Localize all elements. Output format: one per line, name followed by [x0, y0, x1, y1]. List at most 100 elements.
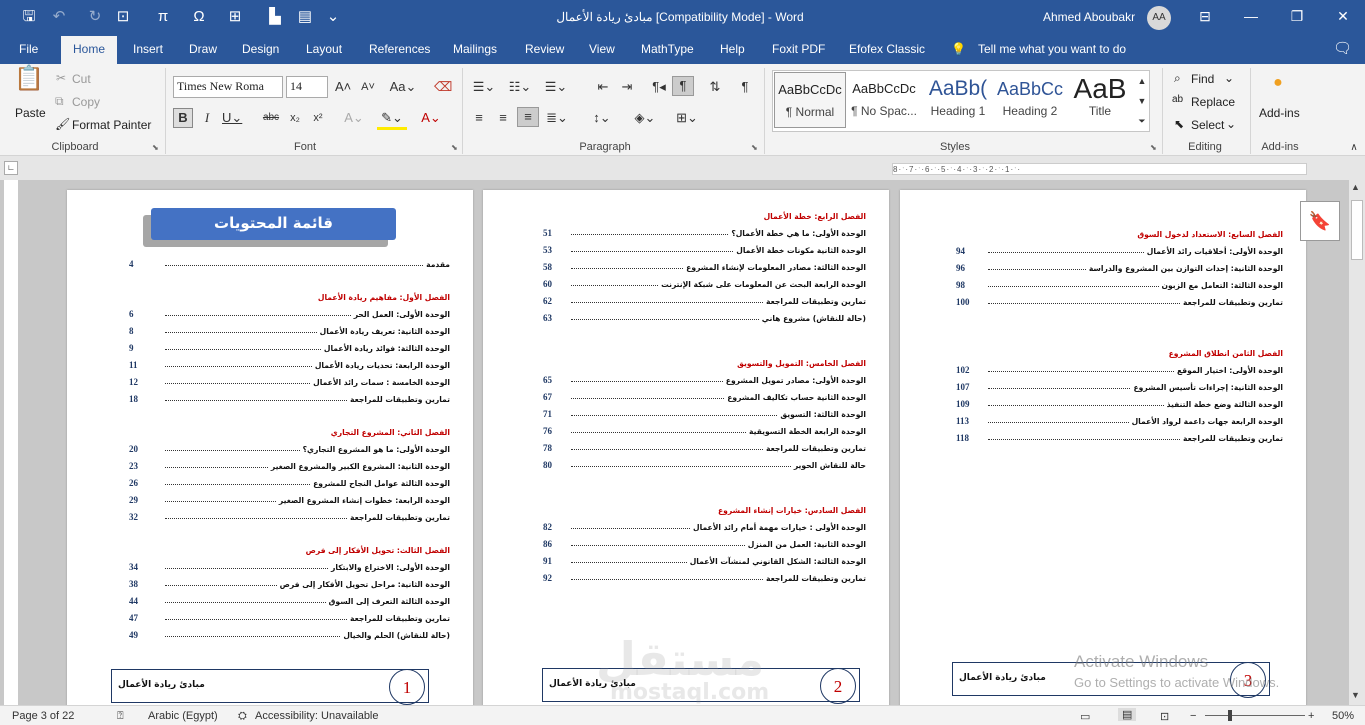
toc-entry[interactable]: الوحدة الأولى: الاختراع والابتكار — [331, 563, 450, 572]
shrink-font-icon[interactable]: A˅ — [360, 78, 376, 96]
tab-review[interactable]: Review — [525, 42, 564, 56]
close-icon[interactable]: ✕ — [1333, 6, 1353, 26]
styles-more-icon[interactable]: ⏷ — [1136, 112, 1148, 130]
toc-entry[interactable]: تمارين وتطبيقات للمراجعة — [350, 614, 450, 623]
toc-entry[interactable]: الوحدة الثالثة: التعامل مع الزبون — [1162, 281, 1283, 290]
toc-entry[interactable]: الوحدة الثانية: مراحل تحويل الأفكار إلى … — [280, 580, 450, 589]
toc-page-number[interactable]: 23 — [129, 461, 138, 471]
chart-icon[interactable]: ▙ — [266, 7, 284, 27]
style-heading-2[interactable]: AaBbCc Heading 2 — [994, 72, 1066, 128]
toc-chapter-heading[interactable]: الفصل الأول: مفاهيم ريادة الأعمال — [318, 293, 450, 302]
toc-chapter-heading[interactable]: الفصل السادس: خيارات إنشاء المشروع — [718, 506, 866, 515]
toc-page-number[interactable]: 71 — [543, 409, 552, 419]
toc-page-number[interactable]: 92 — [543, 573, 552, 583]
ribbon-display-icon[interactable]: ⊟ — [1195, 6, 1215, 26]
toc-chapter-heading[interactable]: الفصل السابع: الاستعداد لدخول السوق — [1137, 230, 1283, 239]
cut-button[interactable]: Cut — [72, 72, 91, 86]
zoom-slider[interactable] — [1205, 715, 1305, 716]
toc-entry[interactable]: الوحدة الخامسة : سمات رائد الأعمال — [313, 378, 450, 387]
toc-page-number[interactable]: 107 — [956, 382, 970, 392]
redo-icon[interactable]: ↻ — [86, 7, 104, 27]
toc-page-number[interactable]: 82 — [543, 522, 552, 532]
superscript-icon[interactable]: x² — [310, 109, 326, 127]
tab-efofex-classic[interactable]: Efofex Classic — [849, 42, 925, 56]
find-icon[interactable]: ⌕ — [1174, 71, 1181, 86]
toc-page-number[interactable]: 38 — [129, 579, 138, 589]
toc-page-number[interactable]: 4 — [129, 259, 134, 269]
toc-page-number[interactable]: 78 — [543, 443, 552, 453]
toc-entry[interactable]: مقدمة — [426, 260, 450, 269]
style-no-spacing[interactable]: AaBbCcDc ¶ No Spac... — [848, 72, 920, 128]
clear-formatting-icon[interactable]: ⌫ — [434, 78, 452, 96]
toc-entry[interactable]: الوحدة الثانية: إحداث التوازن بين المشرو… — [1089, 264, 1283, 273]
zoom-level[interactable]: 50% — [1332, 710, 1354, 722]
read-mode-icon[interactable]: ▭ — [1080, 710, 1090, 723]
vertical-ruler[interactable] — [4, 180, 18, 705]
toc-page-number[interactable]: 26 — [129, 478, 138, 488]
collapse-ribbon-icon[interactable]: ∧ — [1347, 139, 1361, 157]
toc-chapter-heading[interactable]: الفصل الرابع: خطة الأعمال — [764, 212, 866, 221]
toc-chapter-heading[interactable]: الفصل الثالث: تحويل الأفكار إلى فرص — [306, 546, 450, 555]
toc-page-number[interactable]: 47 — [129, 613, 138, 623]
cut-icon[interactable]: ✂ — [56, 71, 66, 85]
customize-qat-icon[interactable]: ⌄ — [326, 7, 340, 27]
change-case-icon[interactable]: Aa⌄ — [388, 78, 418, 96]
scroll-down-icon[interactable]: ▼ — [1351, 690, 1360, 700]
toc-entry[interactable]: الوحدة الثانية مكونات خطة الأعمال — [736, 246, 866, 255]
styles-scroll-down-icon[interactable]: ▼ — [1136, 92, 1148, 110]
avatar[interactable]: AA — [1147, 6, 1171, 30]
toc-page-number[interactable]: 100 — [956, 297, 970, 307]
toc-entry[interactable]: الوحدة الأولى: ما هو المشروع التجاري؟ — [303, 445, 450, 454]
font-color-icon[interactable]: A⌄ — [417, 109, 445, 127]
style-normal[interactable]: AaBbCcDc ¶ Normal — [774, 72, 846, 128]
toc-page-number[interactable]: 20 — [129, 444, 138, 454]
toc-page-number[interactable]: 60 — [543, 279, 552, 289]
zoom-slider-thumb[interactable] — [1228, 710, 1232, 721]
toc-entry[interactable]: (حالة للنقاش) مشروع هاني — [762, 314, 866, 323]
toc-entry[interactable]: الوحدة الثالثة: الشكل القانوني لمنشآت ال… — [690, 557, 866, 566]
underline-icon[interactable]: U⌄ — [222, 109, 242, 127]
show-marks-icon[interactable]: ¶ — [736, 78, 754, 96]
strikethrough-icon[interactable]: abc — [260, 109, 282, 127]
toc-entry[interactable]: الوحدة الأولى : خيارات مهمة أمام رائد ال… — [693, 523, 866, 532]
toc-entry[interactable]: الوحدة الثالثة: التسويق — [780, 410, 866, 419]
tab-help[interactable]: Help — [720, 42, 745, 56]
style-heading-1[interactable]: AaBb( Heading 1 — [922, 72, 994, 128]
toc-page-number[interactable]: 51 — [543, 228, 552, 238]
scroll-thumb[interactable] — [1351, 200, 1363, 260]
toc-entry[interactable]: الوحدة الرابعة: خطوات إنشاء المشروع الصغ… — [279, 496, 450, 505]
clipboard-launcher-icon[interactable]: ⬊ — [152, 143, 159, 152]
tab-design[interactable]: Design — [242, 42, 279, 56]
accessibility-icon[interactable]: ⛭ — [238, 710, 247, 723]
align-center-icon[interactable]: ≡ — [494, 109, 512, 127]
grow-font-icon[interactable]: A˄ — [335, 78, 351, 96]
paragraph-launcher-icon[interactable]: ⬊ — [751, 143, 758, 152]
toc-page-number[interactable]: 29 — [129, 495, 138, 505]
select-icon[interactable]: ⬉ — [1174, 117, 1184, 131]
save-icon[interactable]: 🖫 — [20, 7, 38, 27]
tab-mathtype[interactable]: MathType — [641, 42, 694, 56]
zoom-out-icon[interactable]: − — [1190, 710, 1196, 722]
vertical-scrollbar[interactable]: ▲ ▼ — [1349, 180, 1365, 705]
format-painter-button[interactable]: Format Painter — [72, 118, 151, 132]
subscript-icon[interactable]: x₂ — [287, 109, 303, 127]
toc-page-number[interactable]: 98 — [956, 280, 965, 290]
toc-entry[interactable]: تمارين وتطبيقات للمراجعة — [350, 395, 450, 404]
toc-entry[interactable]: تمارين وتطبيقات للمراجعة — [350, 513, 450, 522]
touch-mode-icon[interactable]: ⊡ — [114, 7, 132, 27]
copy-button[interactable]: Copy — [72, 95, 100, 109]
format-painter-icon[interactable]: 🖌 — [55, 117, 70, 131]
print-layout-icon[interactable]: ▤ — [1118, 708, 1137, 721]
toc-page-number[interactable]: 34 — [129, 562, 138, 572]
toc-page-number[interactable]: 91 — [543, 556, 552, 566]
toc-entry[interactable]: الوحدة الرابعة جهات داعمة لرواد الأعمال — [1132, 417, 1283, 426]
toc-entry[interactable]: تمارين وتطبيقات للمراجعة — [766, 444, 866, 453]
toc-page-number[interactable]: 63 — [543, 313, 552, 323]
toc-entry[interactable]: الوحدة الثانية: إجراءات تأسيس المشروع — [1133, 383, 1283, 392]
equation-icon[interactable]: π — [154, 7, 172, 27]
toc-entry[interactable]: الوحدة الثانية: العمل من المنزل — [748, 540, 866, 549]
toc-entry[interactable]: الوحدة الرابعة: تحديات ريادة الأعمال — [315, 361, 450, 370]
page-count[interactable]: Page 3 of 22 — [12, 710, 74, 722]
tab-view[interactable]: View — [589, 42, 615, 56]
align-right-icon[interactable]: ≡ — [517, 107, 539, 127]
